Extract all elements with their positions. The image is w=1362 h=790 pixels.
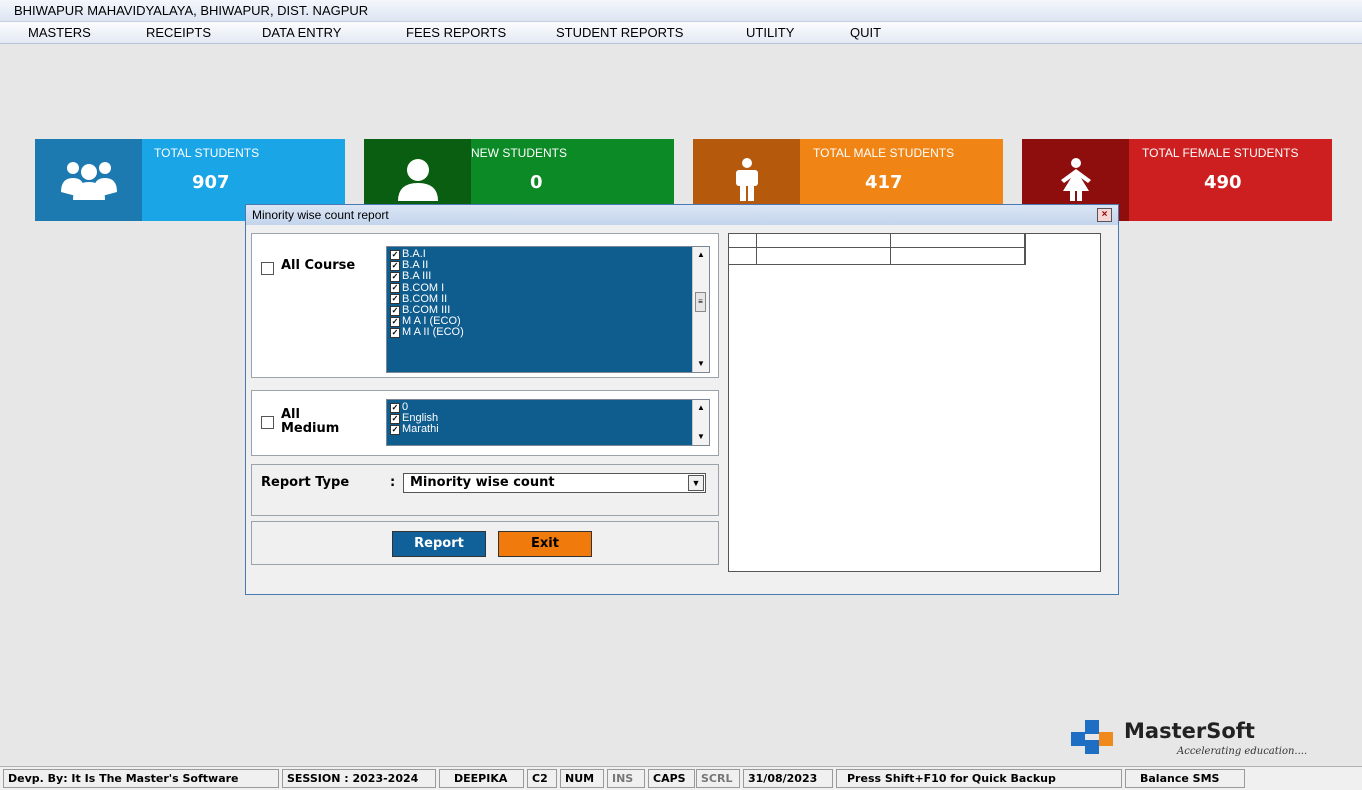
scroll-up-icon[interactable]: ▲ (693, 400, 709, 416)
checkbox-checked-icon[interactable]: ✓ (390, 413, 400, 424)
grid-header-cell (757, 234, 891, 248)
status-user: DEEPIKA (439, 769, 524, 788)
status-ins: INS (607, 769, 645, 788)
mastersoft-logo-icon (1071, 720, 1113, 754)
checkbox-checked-icon[interactable]: ✓ (390, 294, 400, 305)
tile-value: 0 (530, 172, 543, 193)
minority-report-dialog: Minority wise count report × All Course … (245, 204, 1119, 595)
status-scrl: SCRL (696, 769, 740, 788)
checkbox-checked-icon[interactable]: ✓ (390, 305, 400, 316)
medium-list[interactable]: ✓ 0 ✓ English ✓ Marathi ▲ ▼ (386, 399, 710, 446)
menu-masters[interactable]: MASTERS (28, 22, 91, 43)
menu-student-reports[interactable]: STUDENT REPORTS (556, 22, 683, 43)
status-bar: Devp. By: It Is The Master's Software SE… (0, 766, 1362, 790)
course-list-scrollbar[interactable]: ▲ ≡ ▼ (692, 247, 709, 372)
grid-header-cell (729, 234, 757, 248)
all-medium-label: Medium (281, 421, 340, 436)
status-backup-hint: Press Shift+F10 for Quick Backup (836, 769, 1122, 788)
course-panel: All Course ✓ B.A.I ✓ B.A II ✓ B.A III ✓ B.CO… (251, 233, 719, 378)
dialog-title: Minority wise count report (246, 205, 1118, 225)
tile-label: NEW STUDENTS (471, 146, 567, 160)
status-caps: CAPS (648, 769, 695, 788)
status-num: NUM (560, 769, 604, 788)
all-medium-checkbox[interactable] (261, 416, 274, 429)
menu-bar: MASTERS RECEIPTS DATA ENTRY FEES REPORTS… (0, 22, 1362, 44)
medium-panel: All Medium ✓ 0 ✓ English ✓ Marathi ▲ ▼ (251, 390, 719, 456)
list-item[interactable]: ✓ B.A III (387, 271, 709, 282)
scroll-down-icon[interactable]: ▼ (693, 429, 709, 445)
list-item[interactable]: ✓ B.A II (387, 260, 709, 271)
grid-cell[interactable] (757, 248, 891, 265)
logo-name: MasterSoft (1124, 719, 1255, 743)
balance-sms[interactable]: Balance SMS (1125, 769, 1245, 788)
checkbox-checked-icon[interactable]: ✓ (390, 402, 400, 413)
menu-fees-reports[interactable]: FEES REPORTS (406, 22, 506, 43)
grid-divider (1025, 234, 1026, 265)
results-grid[interactable] (728, 233, 1101, 572)
tile-label: TOTAL FEMALE STUDENTS (1142, 146, 1299, 160)
window-title: BHIWAPUR MAHAVIDYALAYA, BHIWAPUR, DIST. … (0, 0, 1362, 22)
chevron-down-icon[interactable]: ▼ (688, 475, 704, 491)
group-icon (35, 139, 142, 221)
tile-label: TOTAL STUDENTS (154, 146, 260, 160)
scroll-up-icon[interactable]: ▲ (693, 247, 709, 263)
all-course-label: All Course (281, 258, 356, 273)
checkbox-checked-icon[interactable]: ✓ (390, 316, 400, 327)
tile-value: 907 (192, 172, 230, 193)
scroll-thumb[interactable]: ≡ (695, 292, 706, 312)
menu-data-entry[interactable]: DATA ENTRY (262, 22, 341, 43)
report-type-separator: : (390, 475, 396, 490)
checkbox-checked-icon[interactable]: ✓ (390, 271, 400, 282)
menu-utility[interactable]: UTILITY (746, 22, 794, 43)
close-icon[interactable]: × (1097, 208, 1112, 222)
all-medium-label: All (281, 407, 300, 422)
menu-quit[interactable]: QUIT (850, 22, 881, 43)
list-item[interactable]: ✓ B.A.I (387, 249, 709, 260)
report-type-select[interactable]: Minority wise count ▼ (403, 473, 706, 493)
status-developer: Devp. By: It Is The Master's Software (3, 769, 279, 788)
list-item[interactable]: ✓ M A II (ECO) (387, 327, 709, 338)
grid-header-cell (891, 234, 1025, 248)
status-date: 31/08/2023 (743, 769, 833, 788)
report-button[interactable]: Report (392, 531, 486, 557)
checkbox-checked-icon[interactable]: ✓ (390, 283, 400, 294)
report-type-label: Report Type (261, 475, 350, 490)
medium-list-scrollbar[interactable]: ▲ ▼ (692, 400, 709, 445)
grid-cell[interactable] (891, 248, 1025, 265)
grid-cell[interactable] (729, 248, 757, 265)
logo-tagline: Accelerating education.... (1177, 746, 1308, 757)
all-course-checkbox[interactable] (261, 262, 274, 275)
checkbox-checked-icon[interactable]: ✓ (390, 249, 400, 260)
exit-button[interactable]: Exit (498, 531, 592, 557)
tile-label: TOTAL MALE STUDENTS (813, 146, 955, 160)
list-item[interactable]: ✓ Marathi (387, 424, 709, 435)
scroll-down-icon[interactable]: ▼ (693, 356, 709, 372)
menu-receipts[interactable]: RECEIPTS (146, 22, 211, 43)
checkbox-checked-icon[interactable]: ✓ (390, 260, 400, 271)
checkbox-checked-icon[interactable]: ✓ (390, 327, 400, 338)
checkbox-checked-icon[interactable]: ✓ (390, 424, 400, 435)
status-counter: C2 (527, 769, 557, 788)
course-list[interactable]: ✓ B.A.I ✓ B.A II ✓ B.A III ✓ B.COM I ✓ B.COM … (386, 246, 710, 373)
status-session: SESSION : 2023-2024 (282, 769, 436, 788)
tile-value: 417 (865, 172, 903, 193)
report-type-value: Minority wise count (410, 475, 555, 490)
tile-value: 490 (1204, 172, 1242, 193)
